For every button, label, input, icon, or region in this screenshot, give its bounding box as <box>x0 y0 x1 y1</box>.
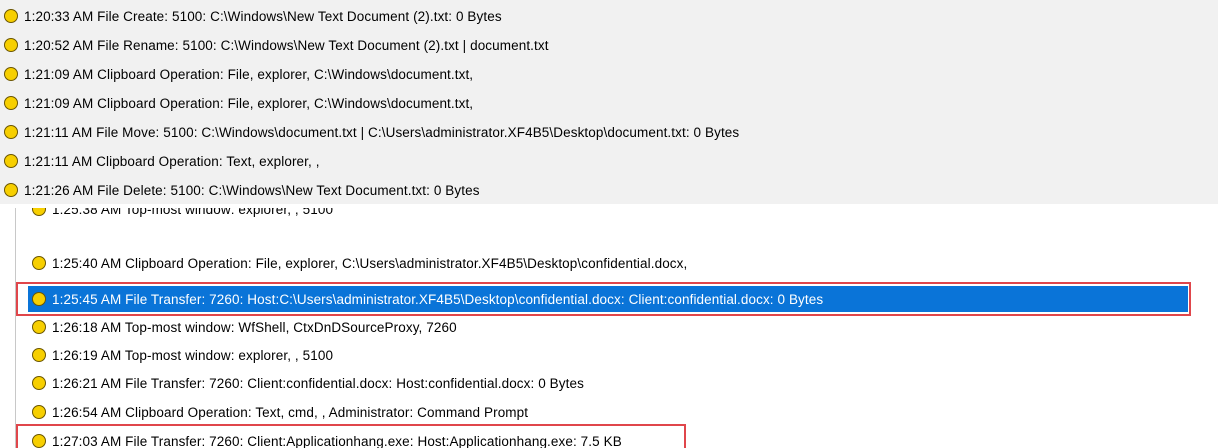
event-log-panel-top: 1:20:33 AM File Create: 5100: C:\Windows… <box>0 0 1218 204</box>
log-row-text: 1:25:45 AM File Transfer: 7260: Host:C:\… <box>52 291 824 307</box>
log-row[interactable]: 1:21:11 AM Clipboard Operation: Text, ex… <box>0 148 1218 174</box>
log-row-text: 1:26:54 AM Clipboard Operation: Text, cm… <box>52 404 529 420</box>
event-circle-icon <box>32 376 46 390</box>
event-log-panel-bottom: 1:25:38 AM Top-most window: explorer, , … <box>15 208 1218 448</box>
log-row-text: 1:21:26 AM File Delete: 5100: C:\Windows… <box>24 182 480 198</box>
log-row-text: 1:21:11 AM Clipboard Operation: Text, ex… <box>24 153 320 169</box>
event-circle-icon <box>32 320 46 334</box>
log-row-text: 1:26:21 AM File Transfer: 7260: Client:c… <box>52 375 584 391</box>
log-row[interactable]: 1:21:11 AM File Move: 5100: C:\Windows\d… <box>0 119 1218 145</box>
event-circle-icon <box>32 292 46 306</box>
event-circle-icon <box>4 96 18 110</box>
event-circle-icon <box>4 125 18 139</box>
log-row[interactable]: 1:26:18 AM Top-most window: WfShell, Ctx… <box>16 314 1218 340</box>
log-row[interactable]: 1:20:33 AM File Create: 5100: C:\Windows… <box>0 3 1218 29</box>
log-row[interactable]: 1:26:21 AM File Transfer: 7260: Client:c… <box>16 370 1218 396</box>
log-row[interactable]: 1:26:19 AM Top-most window: explorer, , … <box>16 342 1218 368</box>
event-circle-icon <box>32 256 46 270</box>
event-circle-icon <box>32 348 46 362</box>
log-row-text: 1:27:03 AM File Transfer: 7260: Client:A… <box>52 433 622 448</box>
log-row[interactable]: 1:21:26 AM File Delete: 5100: C:\Windows… <box>0 177 1218 203</box>
log-row[interactable]: 1:21:09 AM Clipboard Operation: File, ex… <box>0 90 1218 116</box>
log-row-text: 1:26:18 AM Top-most window: WfShell, Ctx… <box>52 319 457 335</box>
log-row-selected[interactable]: 1:25:45 AM File Transfer: 7260: Host:C:\… <box>16 286 1218 312</box>
log-row[interactable]: 1:27:03 AM File Transfer: 7260: Client:A… <box>16 428 1218 448</box>
event-circle-icon <box>32 405 46 419</box>
log-row[interactable]: 1:26:54 AM Clipboard Operation: Text, cm… <box>16 399 1218 425</box>
event-circle-icon <box>32 434 46 448</box>
log-row-text: 1:21:09 AM Clipboard Operation: File, ex… <box>24 66 474 82</box>
event-circle-icon <box>4 38 18 52</box>
log-row[interactable]: 1:25:40 AM Clipboard Operation: File, ex… <box>16 250 1218 276</box>
log-row-text: 1:20:52 AM File Rename: 5100: C:\Windows… <box>24 37 549 53</box>
event-circle-icon <box>32 208 46 216</box>
event-circle-icon <box>4 9 18 23</box>
log-row[interactable]: 1:20:52 AM File Rename: 5100: C:\Windows… <box>0 32 1218 58</box>
event-circle-icon <box>4 154 18 168</box>
log-row-text: 1:21:09 AM Clipboard Operation: File, ex… <box>24 95 474 111</box>
event-circle-icon <box>4 67 18 81</box>
log-row-text: 1:25:40 AM Clipboard Operation: File, ex… <box>52 255 688 271</box>
log-row[interactable]: 1:21:09 AM Clipboard Operation: File, ex… <box>0 61 1218 87</box>
event-circle-icon <box>4 183 18 197</box>
log-row-partial[interactable]: 1:25:38 AM Top-most window: explorer, , … <box>16 208 1218 222</box>
log-row-text: 1:21:11 AM File Move: 5100: C:\Windows\d… <box>24 124 740 140</box>
log-row-text: 1:20:33 AM File Create: 5100: C:\Windows… <box>24 8 502 24</box>
log-row-text: 1:26:19 AM Top-most window: explorer, , … <box>52 347 334 363</box>
log-row-text: 1:25:38 AM Top-most window: explorer, , … <box>52 208 334 217</box>
